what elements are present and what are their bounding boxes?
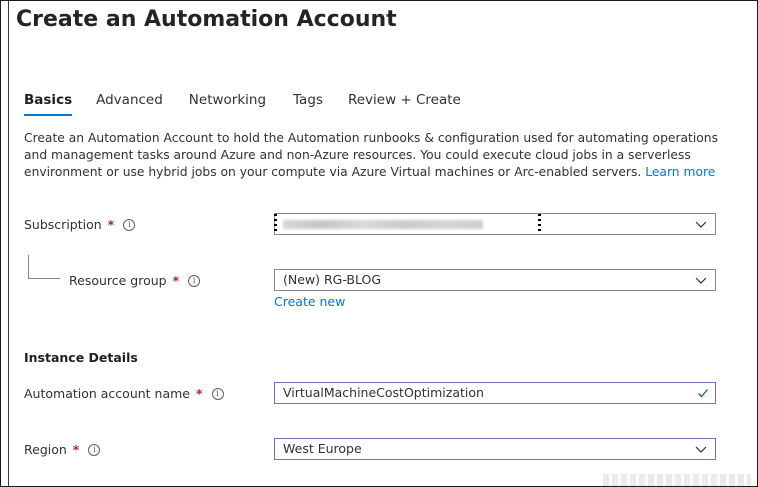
tree-connector: [28, 278, 60, 279]
info-icon[interactable]: i: [211, 387, 224, 400]
tab-review-create[interactable]: Review + Create: [348, 92, 461, 116]
tab-basics[interactable]: Basics: [24, 92, 73, 116]
account-name-label: Automation account name * i: [24, 386, 224, 401]
blade-panel: Create an Automation Account ··· Basics …: [0, 0, 758, 487]
subscription-label: Subscription * i: [24, 217, 136, 232]
region-label: Region * i: [24, 442, 101, 457]
subscription-select[interactable]: [274, 213, 716, 235]
focus-indicator: [538, 214, 541, 234]
chevron-down-icon: [695, 446, 707, 453]
more-actions-button[interactable]: ···: [375, 9, 390, 24]
required-marker: *: [72, 442, 80, 457]
tab-advanced[interactable]: Advanced: [96, 92, 163, 116]
tree-connector: [28, 255, 29, 279]
create-new-link[interactable]: Create new: [274, 294, 345, 309]
subscription-value-redacted: [283, 220, 483, 229]
chevron-down-icon: [695, 277, 707, 284]
subscription-label-text: Subscription: [24, 217, 102, 232]
required-marker: *: [107, 217, 115, 232]
tab-tags[interactable]: Tags: [293, 92, 323, 116]
region-label-text: Region: [24, 442, 67, 457]
description-text: Create an Automation Account to hold the…: [24, 131, 718, 179]
page-title: Create an Automation Account: [16, 7, 397, 32]
required-marker: *: [172, 273, 180, 288]
info-icon[interactable]: i: [123, 218, 136, 231]
checkmark-icon: [698, 389, 708, 398]
account-name-label-text: Automation account name: [24, 386, 190, 401]
region-select[interactable]: West Europe: [274, 438, 716, 460]
required-marker: *: [196, 386, 203, 401]
resource-group-value: (New) RG-BLOG: [283, 272, 382, 287]
instance-details-heading: Instance Details: [24, 350, 138, 365]
chevron-down-icon: [695, 221, 707, 228]
tab-bar: Basics Advanced Networking Tags Review +…: [24, 92, 487, 116]
info-icon[interactable]: i: [188, 274, 201, 287]
tab-networking[interactable]: Networking: [189, 92, 266, 116]
account-name-value: VirtualMachineCostOptimization: [283, 385, 484, 400]
learn-more-link[interactable]: Learn more: [645, 165, 715, 179]
panel-divider: [8, 1, 9, 486]
focus-indicator: [274, 214, 277, 234]
resource-group-select[interactable]: (New) RG-BLOG: [274, 269, 716, 291]
resource-group-label: Resource group * i: [69, 273, 201, 288]
resource-group-label-text: Resource group: [69, 273, 167, 288]
watermark: [603, 474, 751, 486]
info-icon[interactable]: i: [88, 443, 101, 456]
description: Create an Automation Account to hold the…: [24, 130, 724, 181]
account-name-input[interactable]: VirtualMachineCostOptimization: [274, 382, 716, 404]
region-value: West Europe: [283, 441, 362, 456]
